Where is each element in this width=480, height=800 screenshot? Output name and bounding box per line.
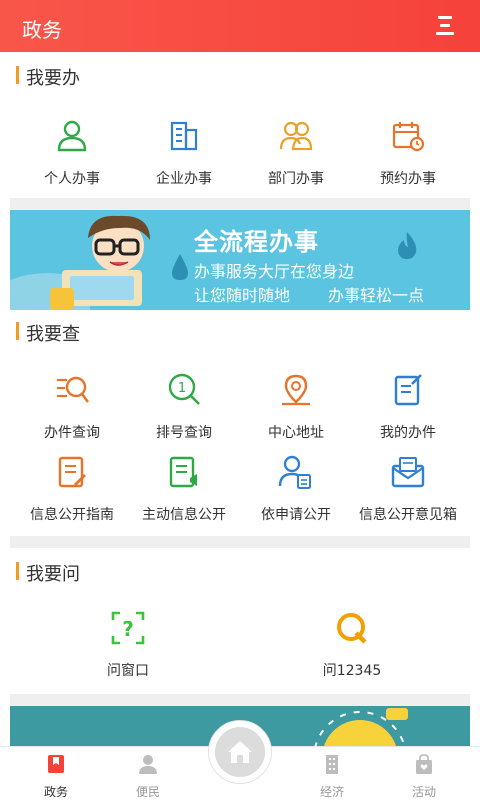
appointment-affairs-item[interactable]: 预约办事 <box>348 118 468 188</box>
ask-12345-label: 问12345 <box>322 663 382 679</box>
document-edit-icon <box>394 374 422 406</box>
flame-icon <box>398 232 417 259</box>
person-document-icon <box>278 455 311 489</box>
queue-query-item[interactable]: 1 排号查询 <box>124 372 244 442</box>
disclosure-guide-item[interactable]: 信息公开指南 <box>12 454 132 524</box>
ask-12345-item[interactable]: 问12345 <box>292 610 412 680</box>
calendar-clock-icon <box>392 122 425 152</box>
banner-headline: 全流程办事 <box>194 228 319 256</box>
banner-line-2a: 让您随时随地 <box>194 286 291 305</box>
announcement-document-icon <box>169 456 197 488</box>
tab-government-label: 政务 <box>43 785 68 799</box>
home-button-circle <box>215 727 265 777</box>
tab-government[interactable]: 政务 <box>16 753 96 800</box>
section-title-ask: 我要问 <box>16 560 80 585</box>
hotline-q-icon <box>337 613 367 644</box>
banner-line-1: 办事服务大厅在您身边 <box>194 262 355 281</box>
request-disclosure-item[interactable]: 依申请公开 <box>236 454 356 524</box>
center-address-label: 中心地址 <box>268 425 324 441</box>
department-affairs-item[interactable]: 部门办事 <box>236 118 356 188</box>
my-cases-label: 我的办件 <box>380 425 436 441</box>
enterprise-affairs-label: 企业办事 <box>156 171 212 187</box>
divider <box>10 198 470 210</box>
question-frame-icon: ? <box>111 611 145 645</box>
tab-economy-label: 经济 <box>319 785 344 799</box>
shopping-bag-icon <box>416 754 432 774</box>
home-button[interactable] <box>208 720 272 784</box>
government-tab-icon <box>48 755 64 773</box>
section-title-check: 我要查 <box>16 320 80 345</box>
enterprise-affairs-item[interactable]: 企业办事 <box>124 118 244 188</box>
department-affairs-label: 部门办事 <box>268 171 324 187</box>
ask-window-item[interactable]: ? 问窗口 <box>68 610 188 680</box>
person-icon <box>57 120 87 152</box>
mail-icon <box>391 457 425 488</box>
water-drop-icon <box>172 254 188 280</box>
active-disclosure-label: 主动信息公开 <box>142 507 226 523</box>
svg-text:1: 1 <box>178 381 186 396</box>
guide-document-icon <box>58 456 86 488</box>
request-disclosure-label: 依申请公开 <box>261 507 331 523</box>
tab-activity[interactable]: 活动 <box>384 753 464 800</box>
number-search-icon: 1 <box>168 373 200 405</box>
feedback-mailbox-item[interactable]: 信息公开意见箱 <box>348 454 468 524</box>
center-address-item[interactable]: 中心地址 <box>236 372 356 442</box>
case-query-label: 办件查询 <box>44 425 100 441</box>
divider <box>10 694 470 706</box>
menu-icon[interactable] <box>436 16 456 36</box>
feedback-mailbox-label: 信息公开意见箱 <box>359 507 457 523</box>
ask-window-label: 问窗口 <box>107 663 149 679</box>
active-disclosure-item[interactable]: 主动信息公开 <box>124 454 244 524</box>
my-cases-item[interactable]: 我的办件 <box>348 372 468 442</box>
cartoon-boy-illustration <box>10 215 150 310</box>
personal-affairs-label: 个人办事 <box>44 171 100 187</box>
appointment-affairs-label: 预约办事 <box>380 171 436 187</box>
building-icon <box>170 121 198 151</box>
queue-query-label: 排号查询 <box>156 425 212 441</box>
promo-banner[interactable]: 全流程办事 办事服务大厅在您身边 让您随时随地 办事轻松一点 <box>10 210 470 310</box>
disclosure-guide-label: 信息公开指南 <box>30 507 114 523</box>
svg-text:?: ? <box>122 617 134 641</box>
divider <box>10 536 470 548</box>
home-icon <box>228 741 252 763</box>
page-title: 政务 <box>22 18 62 42</box>
building-tab-icon <box>326 755 338 774</box>
section-title-do: 我要办 <box>16 64 80 89</box>
tab-convenience[interactable]: 便民 <box>108 753 188 800</box>
map-pin-icon <box>282 374 310 406</box>
group-icon <box>279 121 313 151</box>
personal-affairs-item[interactable]: 个人办事 <box>12 118 132 188</box>
tab-activity-label: 活动 <box>411 785 436 799</box>
search-list-icon <box>57 376 90 403</box>
tab-economy[interactable]: 经济 <box>292 753 372 800</box>
tab-convenience-label: 便民 <box>135 785 160 799</box>
top-bar: 政务 <box>0 0 480 52</box>
banner-line-2b: 办事轻松一点 <box>328 286 425 305</box>
case-query-item[interactable]: 办件查询 <box>12 372 132 442</box>
person-tab-icon <box>139 755 157 774</box>
